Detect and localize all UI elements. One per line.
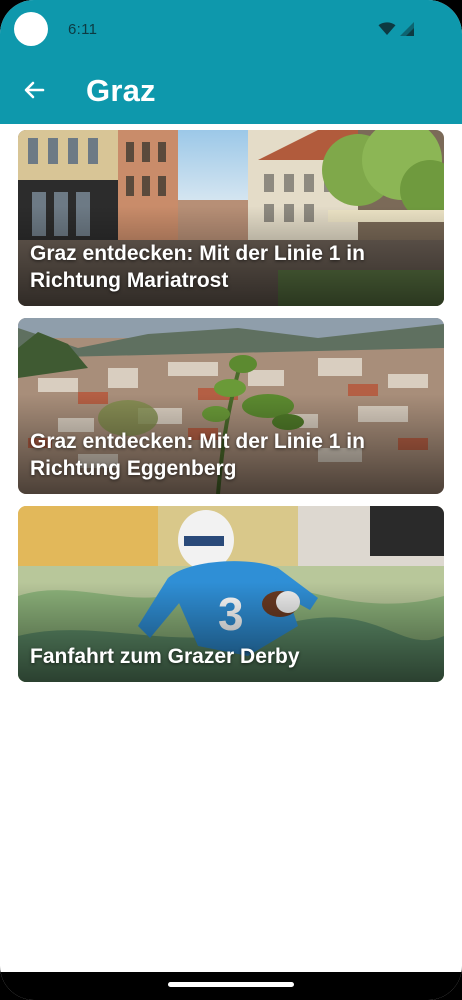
top-bar: 6:11 Graz <box>0 0 462 124</box>
article-list: Graz entdecken: Mit der Linie 1 in Richt… <box>18 130 444 694</box>
status-time: 6:11 <box>68 21 98 38</box>
phone-screen: 6:11 Graz Graz entdecken: Mit der Linie … <box>0 0 462 1000</box>
back-button[interactable] <box>16 74 52 110</box>
card-title: Fanfahrt zum Grazer Derby <box>30 645 300 668</box>
card-title: Graz entdecken: Mit der Linie 1 in Richt… <box>30 430 365 480</box>
page-title: Graz <box>86 73 156 108</box>
cell-signal-icon <box>400 22 414 36</box>
article-card[interactable]: 3 Fanfahrt zum Grazer Derby <box>18 506 444 682</box>
status-icons <box>378 22 414 36</box>
status-bar: 6:11 <box>0 0 462 60</box>
camera-cutout <box>14 12 48 46</box>
app-bar: Graz <box>0 60 462 124</box>
gesture-nav-bar <box>0 972 462 1000</box>
article-card[interactable]: Graz entdecken: Mit der Linie 1 in Richt… <box>18 130 444 306</box>
article-card[interactable]: Graz entdecken: Mit der Linie 1 in Richt… <box>18 318 444 494</box>
home-indicator[interactable] <box>168 982 294 987</box>
card-title: Graz entdecken: Mit der Linie 1 in Richt… <box>30 242 365 292</box>
arrow-left-icon <box>23 79 45 106</box>
wifi-icon <box>378 22 396 36</box>
